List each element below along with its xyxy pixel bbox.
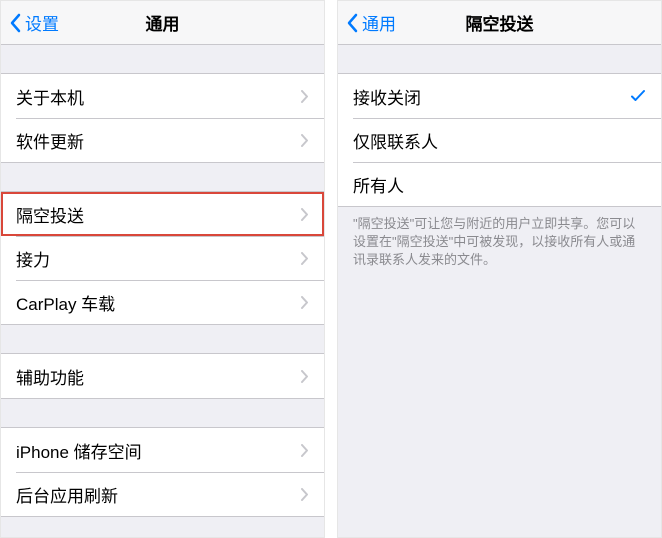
- option-receiving-off[interactable]: 接收关闭: [338, 74, 661, 118]
- group-airdrop-options: 接收关闭 仅限联系人 所有人: [338, 73, 661, 207]
- row-label: 仅限联系人: [353, 128, 646, 153]
- chevron-right-icon: [301, 252, 309, 265]
- back-label: 设置: [25, 10, 59, 35]
- chevron-right-icon: [301, 444, 309, 457]
- row-label: 关于本机: [16, 84, 301, 109]
- checkmark-icon: [630, 88, 646, 104]
- row-label: 后台应用刷新: [16, 482, 301, 507]
- chevron-right-icon: [301, 370, 309, 383]
- group-airdrop: 隔空投送 接力 CarPlay 车载: [1, 191, 324, 325]
- chevron-right-icon: [301, 208, 309, 221]
- row-label: iPhone 储存空间: [16, 438, 301, 463]
- row-label: CarPlay 车载: [16, 290, 301, 315]
- row-about[interactable]: 关于本机: [1, 74, 324, 118]
- row-storage[interactable]: iPhone 储存空间: [1, 428, 324, 472]
- group-storage: iPhone 储存空间 后台应用刷新: [1, 427, 324, 517]
- back-button-general[interactable]: 通用: [346, 10, 396, 35]
- row-handoff[interactable]: 接力: [1, 236, 324, 280]
- airdrop-footer-text: "隔空投送"可让您与附近的用户立即共享。您可以设置在"隔空投送"中可被发现，以接…: [338, 207, 661, 278]
- chevron-right-icon: [301, 488, 309, 501]
- chevron-right-icon: [301, 90, 309, 103]
- airdrop-settings-screen: 通用 隔空投送 接收关闭 仅限联系人 所有人 "隔空投送"可让您与附近的用户立即…: [337, 0, 662, 538]
- row-label: 辅助功能: [16, 364, 301, 389]
- row-label: 软件更新: [16, 128, 301, 153]
- row-accessibility[interactable]: 辅助功能: [1, 354, 324, 398]
- row-software-update[interactable]: 软件更新: [1, 118, 324, 162]
- navbar-airdrop: 通用 隔空投送: [338, 1, 661, 45]
- airdrop-content: 接收关闭 仅限联系人 所有人 "隔空投送"可让您与附近的用户立即共享。您可以设置…: [338, 45, 661, 537]
- row-background-refresh[interactable]: 后台应用刷新: [1, 472, 324, 516]
- row-label: 接力: [16, 246, 301, 271]
- group-about: 关于本机 软件更新: [1, 73, 324, 163]
- row-label: 接收关闭: [353, 84, 630, 109]
- group-accessibility: 辅助功能: [1, 353, 324, 399]
- general-settings-screen: 设置 通用 关于本机 软件更新 隔空投送 接力 CarPl: [0, 0, 325, 538]
- chevron-right-icon: [301, 134, 309, 147]
- chevron-left-icon: [346, 13, 358, 33]
- back-label: 通用: [362, 10, 396, 35]
- option-everyone[interactable]: 所有人: [338, 162, 661, 206]
- general-content: 关于本机 软件更新 隔空投送 接力 CarPlay 车载: [1, 45, 324, 537]
- option-contacts-only[interactable]: 仅限联系人: [338, 118, 661, 162]
- row-carplay[interactable]: CarPlay 车载: [1, 280, 324, 324]
- back-button-settings[interactable]: 设置: [9, 10, 59, 35]
- row-label: 隔空投送: [16, 202, 301, 227]
- row-airdrop[interactable]: 隔空投送: [1, 192, 324, 236]
- chevron-right-icon: [301, 296, 309, 309]
- row-label: 所有人: [353, 172, 646, 197]
- chevron-left-icon: [9, 13, 21, 33]
- navbar-general: 设置 通用: [1, 1, 324, 45]
